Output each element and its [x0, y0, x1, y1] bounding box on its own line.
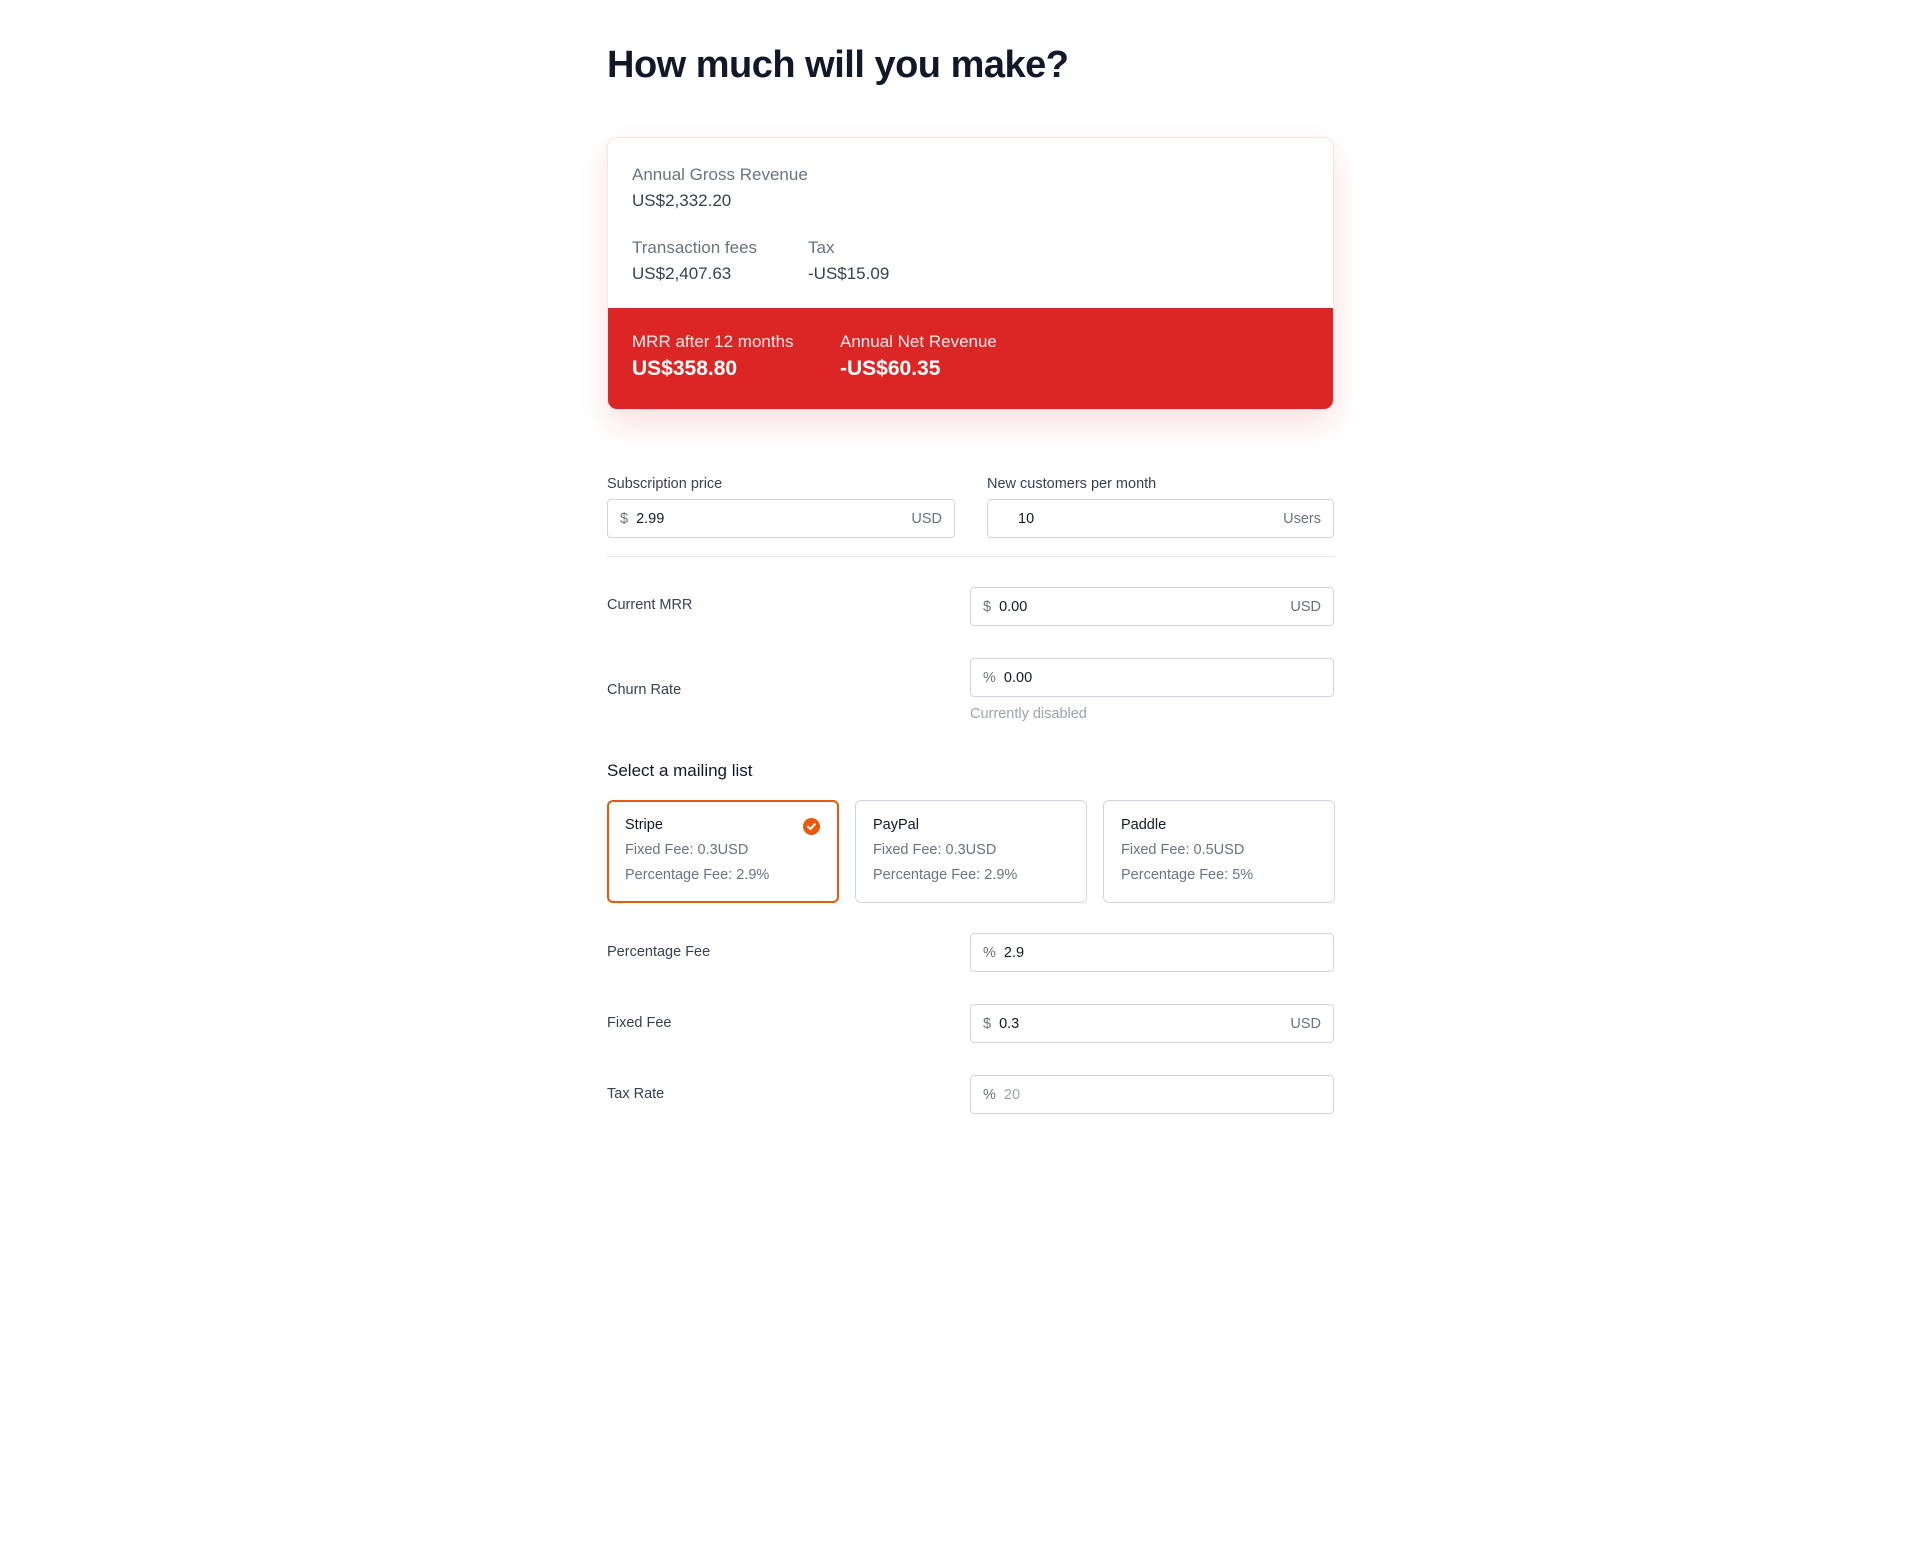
transaction-fees-label: Transaction fees [632, 238, 758, 257]
current-mrr-value: 0.00 [999, 598, 1028, 615]
provider-fixed-fee: Fixed Fee: 0.5USD [1121, 842, 1245, 858]
provider-percentage-fee: Percentage Fee: 5% [1121, 867, 1254, 883]
mrr-after-12-months-stat: MRR after 12 months US$358.80 [632, 332, 794, 381]
provider-fixed-fee: Fixed Fee: 0.3USD [873, 842, 997, 858]
mailing-list-title: Select a mailing list [607, 761, 753, 780]
percent-prefix: % [983, 944, 996, 961]
transaction-fees-value: US$2,407.63 [632, 264, 732, 283]
provider-percentage-fee: Percentage Fee: 2.9% [625, 867, 770, 883]
tax-label: Tax [808, 238, 835, 257]
fixed-fee-input[interactable]: $ 0.3 USD [970, 1004, 1334, 1043]
net-revenue-band: MRR after 12 months US$358.80 Annual Net… [608, 308, 1333, 409]
percent-prefix: % [983, 669, 996, 686]
subscription-price-value: 2.99 [636, 510, 665, 527]
tax-rate-label: Tax Rate [607, 1086, 665, 1102]
annual-net-revenue-label: Annual Net Revenue [840, 332, 997, 351]
users-suffix: Users [1283, 510, 1321, 527]
percent-prefix: % [983, 1086, 996, 1103]
churn-rate-hint: Currently disabled [970, 706, 1087, 722]
usd-suffix: USD [911, 510, 942, 527]
tax-rate-input[interactable]: % 20 [970, 1075, 1334, 1114]
current-mrr-label: Current MRR [607, 597, 693, 613]
mrr-after-12-months-value: US$358.80 [632, 357, 738, 380]
provider-percentage-fee: Percentage Fee: 2.9% [873, 867, 1018, 883]
mrr-after-12-months-label: MRR after 12 months [632, 332, 794, 351]
provider-name: Paddle [1121, 817, 1167, 833]
churn-rate-label: Churn Rate [607, 682, 682, 698]
section-divider [607, 556, 1334, 557]
annual-gross-revenue-stat: Annual Gross Revenue US$2,332.20 [632, 165, 808, 211]
tax-rate-placeholder: 20 [1003, 1086, 1021, 1103]
dollar-prefix: $ [983, 1015, 992, 1032]
dollar-prefix: $ [620, 510, 629, 527]
dollar-prefix: $ [983, 598, 992, 615]
new-customers-input[interactable]: 10 Users [987, 499, 1334, 538]
usd-suffix: USD [1290, 598, 1321, 615]
subscription-price-input[interactable]: $ 2.99 USD [607, 499, 955, 538]
annual-gross-revenue-value: US$2,332.20 [632, 191, 732, 210]
percentage-fee-value: 2.9 [1003, 944, 1025, 961]
current-mrr-input[interactable]: $ 0.00 USD [970, 587, 1334, 626]
revenue-summary-card: Annual Gross Revenue US$2,332.20 Transac… [607, 137, 1334, 410]
subscription-price-label: Subscription price [607, 476, 723, 492]
provider-name: PayPal [873, 817, 919, 833]
page-title: How much will you make? [607, 44, 1069, 86]
new-customers-label: New customers per month [987, 476, 1157, 492]
tax-stat: Tax -US$15.09 [808, 238, 889, 284]
usd-suffix: USD [1290, 1015, 1321, 1032]
provider-name: Stripe [625, 817, 663, 833]
percentage-fee-label: Percentage Fee [607, 944, 711, 960]
check-circle-icon [803, 818, 820, 835]
provider-option-stripe[interactable]: Stripe Fixed Fee: 0.3USD Percentage Fee:… [607, 800, 839, 903]
provider-option-paypal[interactable]: PayPal Fixed Fee: 0.3USD Percentage Fee:… [855, 800, 1087, 903]
provider-option-paddle[interactable]: Paddle Fixed Fee: 0.5USD Percentage Fee:… [1103, 800, 1335, 903]
new-customers-value: 10 [1018, 510, 1035, 527]
fixed-fee-value: 0.3 [999, 1015, 1020, 1032]
annual-net-revenue-stat: Annual Net Revenue -US$60.35 [840, 332, 997, 381]
provider-fixed-fee: Fixed Fee: 0.3USD [625, 842, 749, 858]
fixed-fee-label: Fixed Fee [607, 1015, 672, 1031]
percentage-fee-input[interactable]: % 2.9 [970, 933, 1334, 972]
churn-rate-input[interactable]: % 0.00 [970, 658, 1334, 697]
annual-net-revenue-value: -US$60.35 [840, 357, 941, 380]
tax-value: -US$15.09 [808, 264, 890, 283]
churn-rate-value: 0.00 [1003, 669, 1033, 686]
transaction-fees-stat: Transaction fees US$2,407.63 [632, 238, 757, 284]
annual-gross-revenue-label: Annual Gross Revenue [632, 165, 808, 184]
